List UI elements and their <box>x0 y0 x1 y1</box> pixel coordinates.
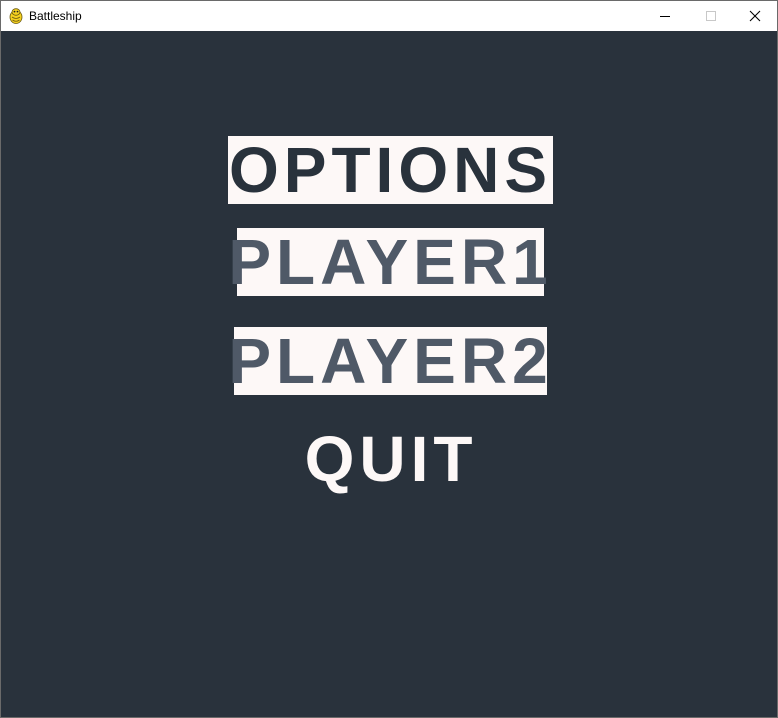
minimize-icon <box>660 16 670 17</box>
menu-item-quit-label: QUIT <box>304 423 478 495</box>
menu-item-player2[interactable]: PLAYER2 <box>228 327 548 395</box>
menu-item-player2-label: PLAYER2 <box>228 325 553 397</box>
menu-item-player1[interactable]: PLAYER1 <box>228 228 548 296</box>
window-title: Battleship <box>29 9 82 23</box>
minimize-button[interactable] <box>642 1 688 31</box>
menu-item-player1-label: PLAYER1 <box>228 226 553 298</box>
close-icon <box>749 10 761 22</box>
title-bar[interactable]: Battleship <box>1 1 777 31</box>
close-button[interactable] <box>732 1 778 31</box>
menu-item-options-label: OPTIONS <box>228 134 553 206</box>
menu-item-options[interactable]: OPTIONS <box>228 136 553 204</box>
pygame-snake-icon <box>9 8 23 24</box>
app-window: Battleship OPTIONS PLAYER1 PLAYER2 QUIT <box>0 0 778 718</box>
maximize-button[interactable] <box>688 1 734 31</box>
maximize-icon <box>706 11 716 21</box>
menu-item-quit[interactable]: QUIT <box>291 423 491 495</box>
game-canvas: OPTIONS PLAYER1 PLAYER2 QUIT <box>1 31 777 717</box>
